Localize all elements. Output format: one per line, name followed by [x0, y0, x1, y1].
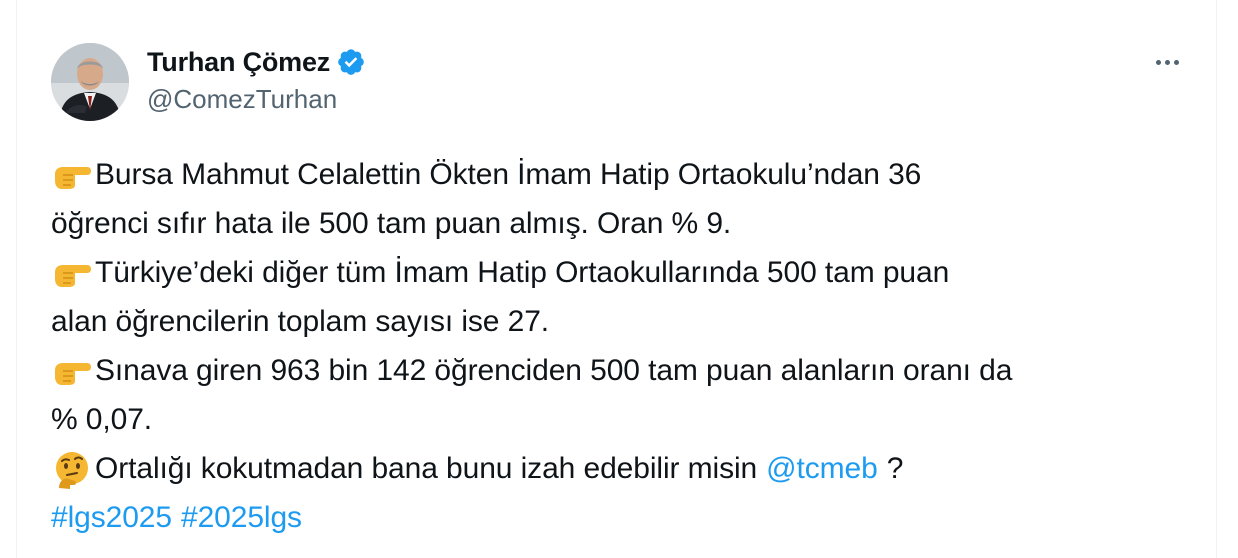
tweet-line-text: Bursa Mahmut Celalettin Ökten İmam Hatip… [95, 158, 922, 191]
verified-badge-icon[interactable] [336, 47, 366, 77]
tweet-line-text: alan öğrencilerin toplam sayısı ise 27. [51, 305, 550, 338]
mention-link[interactable]: @tcmeb [766, 444, 878, 493]
pointing-right-emoji-icon [51, 252, 93, 294]
more-dot [1164, 59, 1170, 65]
tweet-line-suffix: ? [886, 452, 904, 485]
tweet-line: % 0,07. [51, 395, 1191, 444]
more-dot [1173, 59, 1179, 65]
tweet-line-text: Türkiye’deki diğer tüm İmam Hatip Ortaok… [95, 256, 950, 289]
hashtag-link[interactable]: #lgs2025 [51, 493, 172, 542]
timeline-border-right [1216, 0, 1217, 558]
pointing-right-emoji-icon [51, 154, 93, 196]
more-dot [1155, 59, 1161, 65]
tweet-line: Ortalığı kokutmadan bana bunu izah edebi… [51, 444, 1191, 493]
tweet-text: Bursa Mahmut Celalettin Ökten İmam Hatip… [51, 150, 1191, 542]
pointing-right-emoji-icon [51, 350, 93, 392]
hashtag-line: #lgs2025 #2025lgs [51, 493, 1191, 542]
tweet-line-text: Ortalığı kokutmadan bana bunu izah edebi… [95, 452, 758, 485]
tweet-line: Bursa Mahmut Celalettin Ökten İmam Hatip… [51, 150, 1191, 199]
author-name-row: Turhan Çömez [147, 44, 366, 80]
author-display-name[interactable]: Turhan Çömez [147, 47, 330, 78]
tweet-line: Sınava giren 963 bin 142 öğrenciden 500 … [51, 346, 1191, 395]
tweet-line: alan öğrencilerin toplam sayısı ise 27. [51, 297, 1191, 346]
tweet[interactable]: Turhan Çömez @ComezTurhan Bursa Mahmut C… [17, 0, 1216, 558]
tweet-line-text: Sınava giren 963 bin 142 öğrenciden 500 … [95, 354, 1013, 387]
author-avatar[interactable] [51, 43, 129, 121]
more-dots-icon[interactable] [1149, 48, 1185, 76]
thinking-face-emoji-icon [51, 448, 93, 490]
hashtag-link[interactable]: #2025lgs [181, 493, 302, 542]
tweet-line: öğrenci sıfır hata ile 500 tam puan almı… [51, 199, 1191, 248]
tweet-line-text: % 0,07. [51, 403, 153, 436]
tweet-line: Türkiye’deki diğer tüm İmam Hatip Ortaok… [51, 248, 1191, 297]
tweet-header: Turhan Çömez @ComezTurhan [147, 44, 366, 115]
author-handle[interactable]: @ComezTurhan [147, 84, 366, 115]
tweet-line-text: öğrenci sıfır hata ile 500 tam puan almı… [51, 207, 732, 240]
